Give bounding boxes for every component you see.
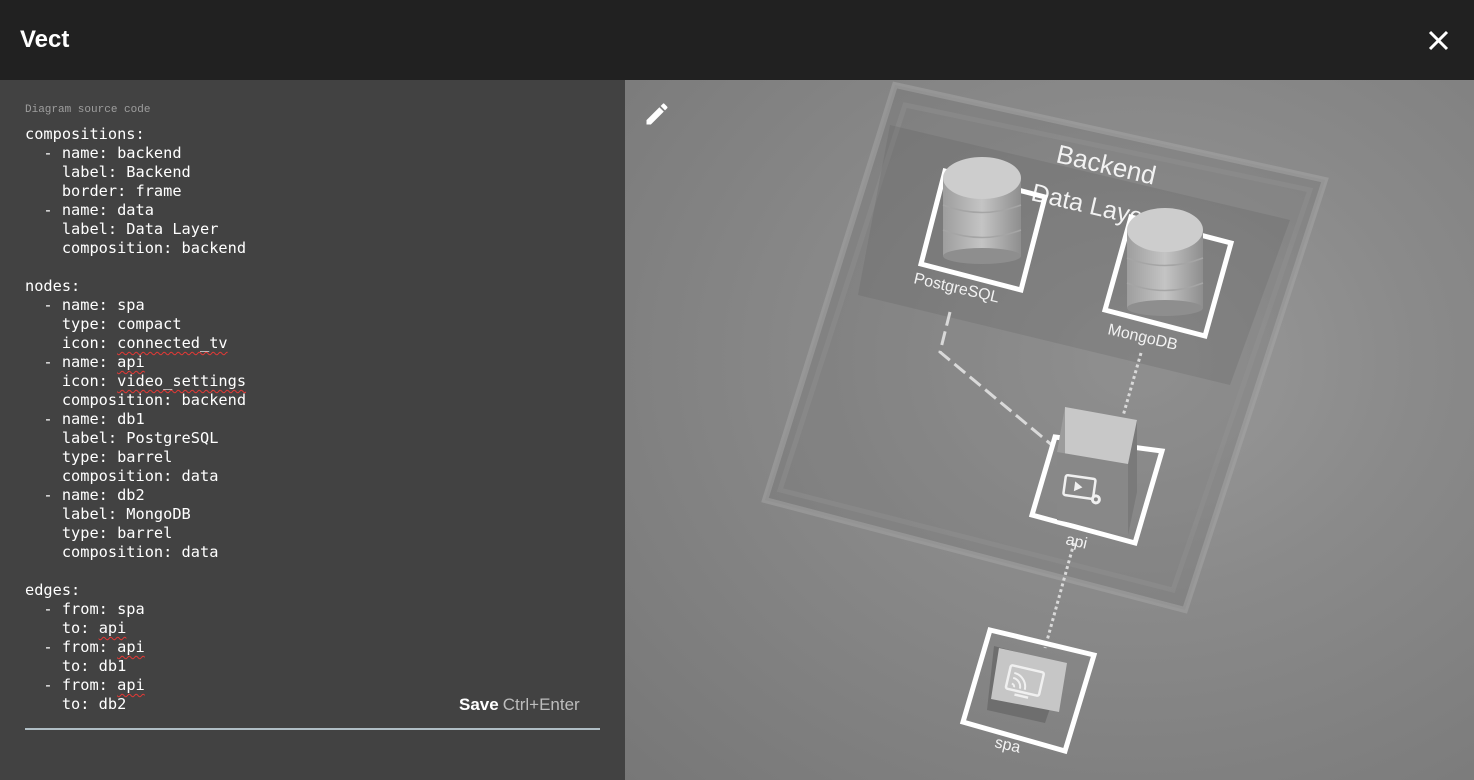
- code-line: label: MongoDB: [25, 505, 191, 523]
- code-line: - name: db2: [25, 486, 145, 504]
- code-line: nodes:: [25, 277, 81, 295]
- close-button[interactable]: [1424, 26, 1454, 56]
- app-title: Vect: [20, 26, 70, 53]
- code-line: - name: api: [25, 353, 145, 371]
- textarea-underline: [25, 728, 600, 730]
- code-line: compositions:: [25, 125, 145, 143]
- editor-pane: Diagram source code compositions: - name…: [0, 80, 625, 780]
- code-line: to: api: [25, 619, 127, 637]
- save-label: Save: [459, 695, 499, 714]
- code-line: - from: spa: [25, 600, 145, 618]
- code-line: type: compact: [25, 315, 182, 333]
- code-line: label: Data Layer: [25, 220, 219, 238]
- app-header: Vect: [0, 0, 1474, 80]
- close-icon: [1428, 30, 1449, 51]
- code-line: - from: api: [25, 638, 145, 656]
- code-line: - from: api: [25, 676, 145, 694]
- save-button[interactable]: Save Ctrl+Enter: [459, 695, 580, 719]
- edit-button[interactable]: [643, 100, 671, 128]
- code-line: icon: connected_tv: [25, 334, 228, 352]
- code-line: type: barrel: [25, 448, 173, 466]
- code-line: - name: data: [25, 201, 154, 219]
- code-line: label: PostgreSQL: [25, 429, 219, 447]
- code-line: icon: video_settings: [25, 372, 247, 390]
- code-line: to: db1: [25, 657, 127, 675]
- code-line: composition: data: [25, 467, 219, 485]
- code-line: - name: db1: [25, 410, 145, 428]
- code-line: composition: backend: [25, 391, 247, 409]
- pencil-icon: [646, 103, 668, 125]
- diagram-canvas[interactable]: Backend Data Layer PostgreSQL MongoDB ap…: [625, 80, 1474, 780]
- source-code-textarea[interactable]: compositions: - name: backend label: Bac…: [25, 125, 600, 725]
- code-line: composition: backend: [25, 239, 247, 257]
- save-shortcut-hint: Ctrl+Enter: [502, 695, 580, 714]
- code-line: label: Backend: [25, 163, 191, 181]
- code-line: border: frame: [25, 182, 182, 200]
- source-field-label: Diagram source code: [25, 104, 151, 116]
- code-line: type: barrel: [25, 524, 173, 542]
- code-line: composition: data: [25, 543, 219, 561]
- code-line: - name: backend: [25, 144, 182, 162]
- code-line: - name: spa: [25, 296, 145, 314]
- node-spa[interactable]: [959, 627, 1098, 755]
- diagram-view: Backend Data Layer PostgreSQL MongoDB ap…: [761, 81, 1329, 757]
- code-line: edges:: [25, 581, 81, 599]
